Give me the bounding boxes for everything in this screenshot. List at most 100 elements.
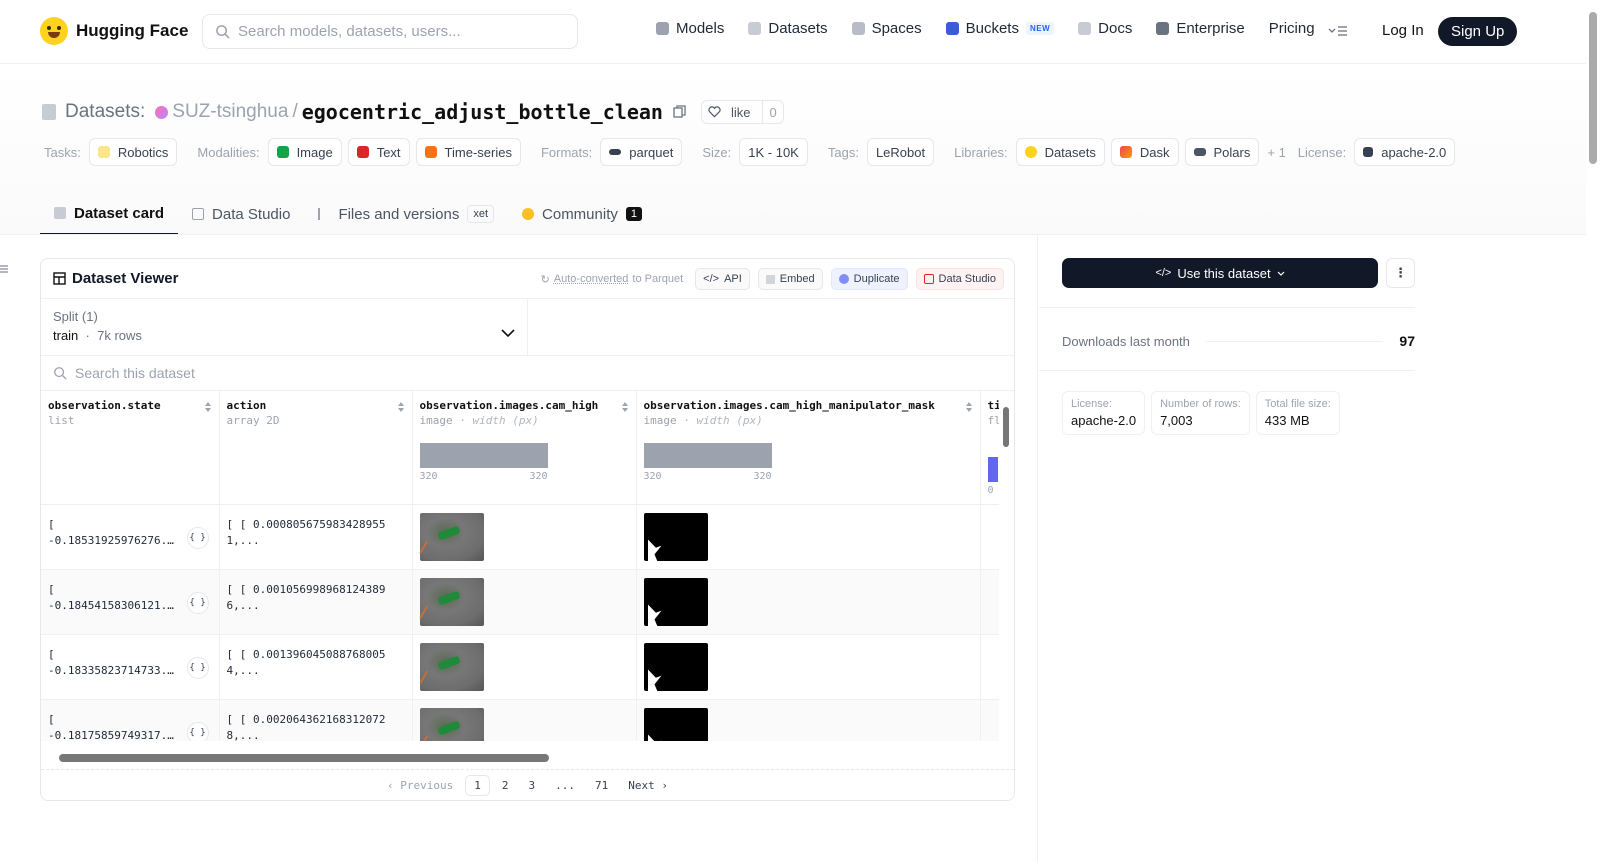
page-scrollbar[interactable]	[1586, 0, 1600, 861]
json-view-icon[interactable]: { }	[186, 657, 209, 679]
table-cell[interactable]	[412, 634, 637, 700]
auto-converted-link[interactable]: Auto-converted	[554, 273, 629, 285]
nav-datasets[interactable]: Datasets	[748, 20, 828, 37]
table-cell[interactable]	[980, 504, 999, 570]
nav-enterprise[interactable]: Enterprise	[1156, 20, 1245, 37]
nav-pricing[interactable]: Pricing	[1269, 20, 1315, 37]
image-thumbnail[interactable]	[419, 643, 484, 691]
breadcrumb-datasets[interactable]: Datasets:	[65, 101, 145, 123]
table-cell[interactable]	[636, 634, 981, 700]
horizontal-scroll-thumb[interactable]	[59, 754, 549, 762]
tag-timeseries[interactable]: Time-series	[415, 138, 521, 166]
table-cell[interactable]	[980, 569, 999, 635]
table-cell[interactable]	[412, 569, 637, 635]
page-link[interactable]: 2	[494, 776, 517, 795]
image-thumbnail[interactable]	[419, 513, 484, 561]
table-cell[interactable]	[412, 504, 637, 570]
tag-size[interactable]: 1K - 10K	[739, 138, 808, 166]
column-header[interactable]: action array 2D	[219, 391, 413, 505]
page-link[interactable]: 3	[520, 776, 543, 795]
table-cell[interactable]: [ -0.18335823714733... { }	[41, 634, 220, 700]
table-cell[interactable]	[412, 699, 637, 741]
table-cell[interactable]: [ [ 0.0020643621683120728,...	[219, 699, 413, 741]
table-row[interactable]: [ -0.18175859749317... { } [ [ 0.00206436…	[41, 699, 999, 741]
api-button[interactable]: </> API	[695, 268, 750, 290]
image-thumbnail[interactable]	[419, 708, 484, 741]
tag-parquet[interactable]: parquet	[600, 138, 683, 166]
table-cell[interactable]: [ -0.18175859749317... { }	[41, 699, 220, 741]
table-row[interactable]: [ -0.18454158306121... { } [ [ 0.00105699…	[41, 569, 999, 635]
histogram-bar[interactable]	[419, 443, 548, 468]
table-cell[interactable]	[636, 699, 981, 741]
mask-thumbnail[interactable]	[643, 513, 708, 561]
more-options-button[interactable]: ⋮	[1386, 258, 1415, 288]
page-scroll-thumb[interactable]	[1589, 12, 1597, 164]
login-link[interactable]: Log In	[1382, 22, 1424, 39]
histogram-bar[interactable]	[987, 457, 998, 482]
table-cell[interactable]	[636, 504, 981, 570]
json-view-icon[interactable]: { }	[186, 527, 209, 549]
tag-dask[interactable]: Dask	[1110, 138, 1179, 166]
column-header[interactable]: observation.images.cam_high_manipulator_…	[636, 391, 981, 505]
like-button[interactable]: like 0	[700, 100, 784, 124]
tag-license[interactable]: apache-2.0	[1354, 138, 1456, 166]
next-page[interactable]: Next ›	[620, 776, 676, 795]
tag-datasets-lib[interactable]: Datasets	[1015, 138, 1105, 166]
sort-icon[interactable]	[965, 401, 973, 413]
page-link[interactable]: 1	[465, 775, 490, 796]
tab-data-studio[interactable]: Data Studio	[178, 193, 304, 235]
duplicate-button[interactable]: Duplicate	[830, 268, 908, 290]
split-selector[interactable]: Split (1) train · 7k rows	[41, 299, 528, 355]
nav-spaces[interactable]: Spaces	[851, 20, 922, 37]
sort-icon[interactable]	[204, 401, 212, 413]
table-cell[interactable]: [ -0.18454158306121... { }	[41, 569, 220, 635]
table-cell[interactable]: [ [ 0.0008056759834289551,...	[219, 504, 413, 570]
embed-button[interactable]: Embed	[757, 268, 823, 290]
tag-lerobot[interactable]: LeRobot	[866, 138, 935, 166]
previous-page[interactable]: ‹ Previous	[379, 776, 461, 795]
column-header[interactable]: ti fl 0	[980, 391, 999, 505]
tab-dataset-card[interactable]: Dataset card	[40, 193, 179, 235]
nav-docs[interactable]: Docs	[1078, 20, 1132, 37]
nav-models[interactable]: Models	[656, 20, 724, 37]
grid-horizontal-scrollbar[interactable]	[41, 751, 999, 765]
more-menu-icon[interactable]	[1328, 24, 1348, 38]
tag-polars[interactable]: Polars	[1184, 138, 1260, 166]
more-libraries[interactable]: + 1	[1267, 145, 1285, 160]
table-cell[interactable]: [ -0.18531925976276... { }	[41, 504, 220, 570]
json-view-icon[interactable]: { }	[186, 592, 209, 614]
global-search-input[interactable]: Search models, datasets, users...	[202, 14, 578, 49]
mask-thumbnail[interactable]	[643, 708, 708, 741]
column-header[interactable]: observation.state list	[41, 391, 220, 505]
toc-toggle-icon[interactable]	[0, 264, 8, 274]
tag-robotics[interactable]: Robotics	[88, 138, 178, 166]
tab-community[interactable]: Community 1	[508, 193, 656, 235]
table-cell[interactable]	[980, 634, 999, 700]
table-row[interactable]: [ -0.18335823714733... { } [ [ 0.00139604…	[41, 634, 999, 700]
table-cell[interactable]: [ [ 0.0013960450887680054,...	[219, 634, 413, 700]
table-cell[interactable]: [ [ 0.0010569989681243896,...	[219, 569, 413, 635]
table-row[interactable]: [ -0.18531925976276... { } [ [ 0.00080567…	[41, 504, 999, 570]
json-view-icon[interactable]: { }	[186, 722, 209, 741]
table-cell[interactable]	[980, 699, 999, 741]
table-cell[interactable]	[636, 569, 981, 635]
nav-buckets[interactable]: Buckets NEW	[945, 20, 1055, 37]
column-header[interactable]: observation.images.cam_high image · widt…	[412, 391, 637, 505]
tab-files[interactable]: Files and versions xet	[304, 193, 508, 235]
breadcrumb-org[interactable]: SUZ-tsinghua	[172, 101, 288, 123]
tag-text[interactable]: Text	[347, 138, 410, 166]
histogram-bar[interactable]	[643, 443, 772, 468]
sort-icon[interactable]	[621, 401, 629, 413]
page-link[interactable]: 71	[587, 776, 616, 795]
vertical-scroll-thumb[interactable]	[1003, 407, 1009, 447]
image-thumbnail[interactable]	[419, 578, 484, 626]
tag-image[interactable]: Image	[267, 138, 342, 166]
dataset-name[interactable]: egocentric_adjust_bottle_clean	[302, 100, 663, 124]
signup-button[interactable]: Sign Up	[1438, 17, 1518, 46]
use-this-dataset-button[interactable]: </> Use this dataset	[1062, 258, 1378, 288]
mask-thumbnail[interactable]	[643, 578, 708, 626]
grid-vertical-scrollbar[interactable]	[1001, 391, 1014, 749]
sort-icon[interactable]	[397, 401, 405, 413]
dataset-search-input[interactable]: Search this dataset	[41, 355, 1014, 391]
mask-thumbnail[interactable]	[643, 643, 708, 691]
